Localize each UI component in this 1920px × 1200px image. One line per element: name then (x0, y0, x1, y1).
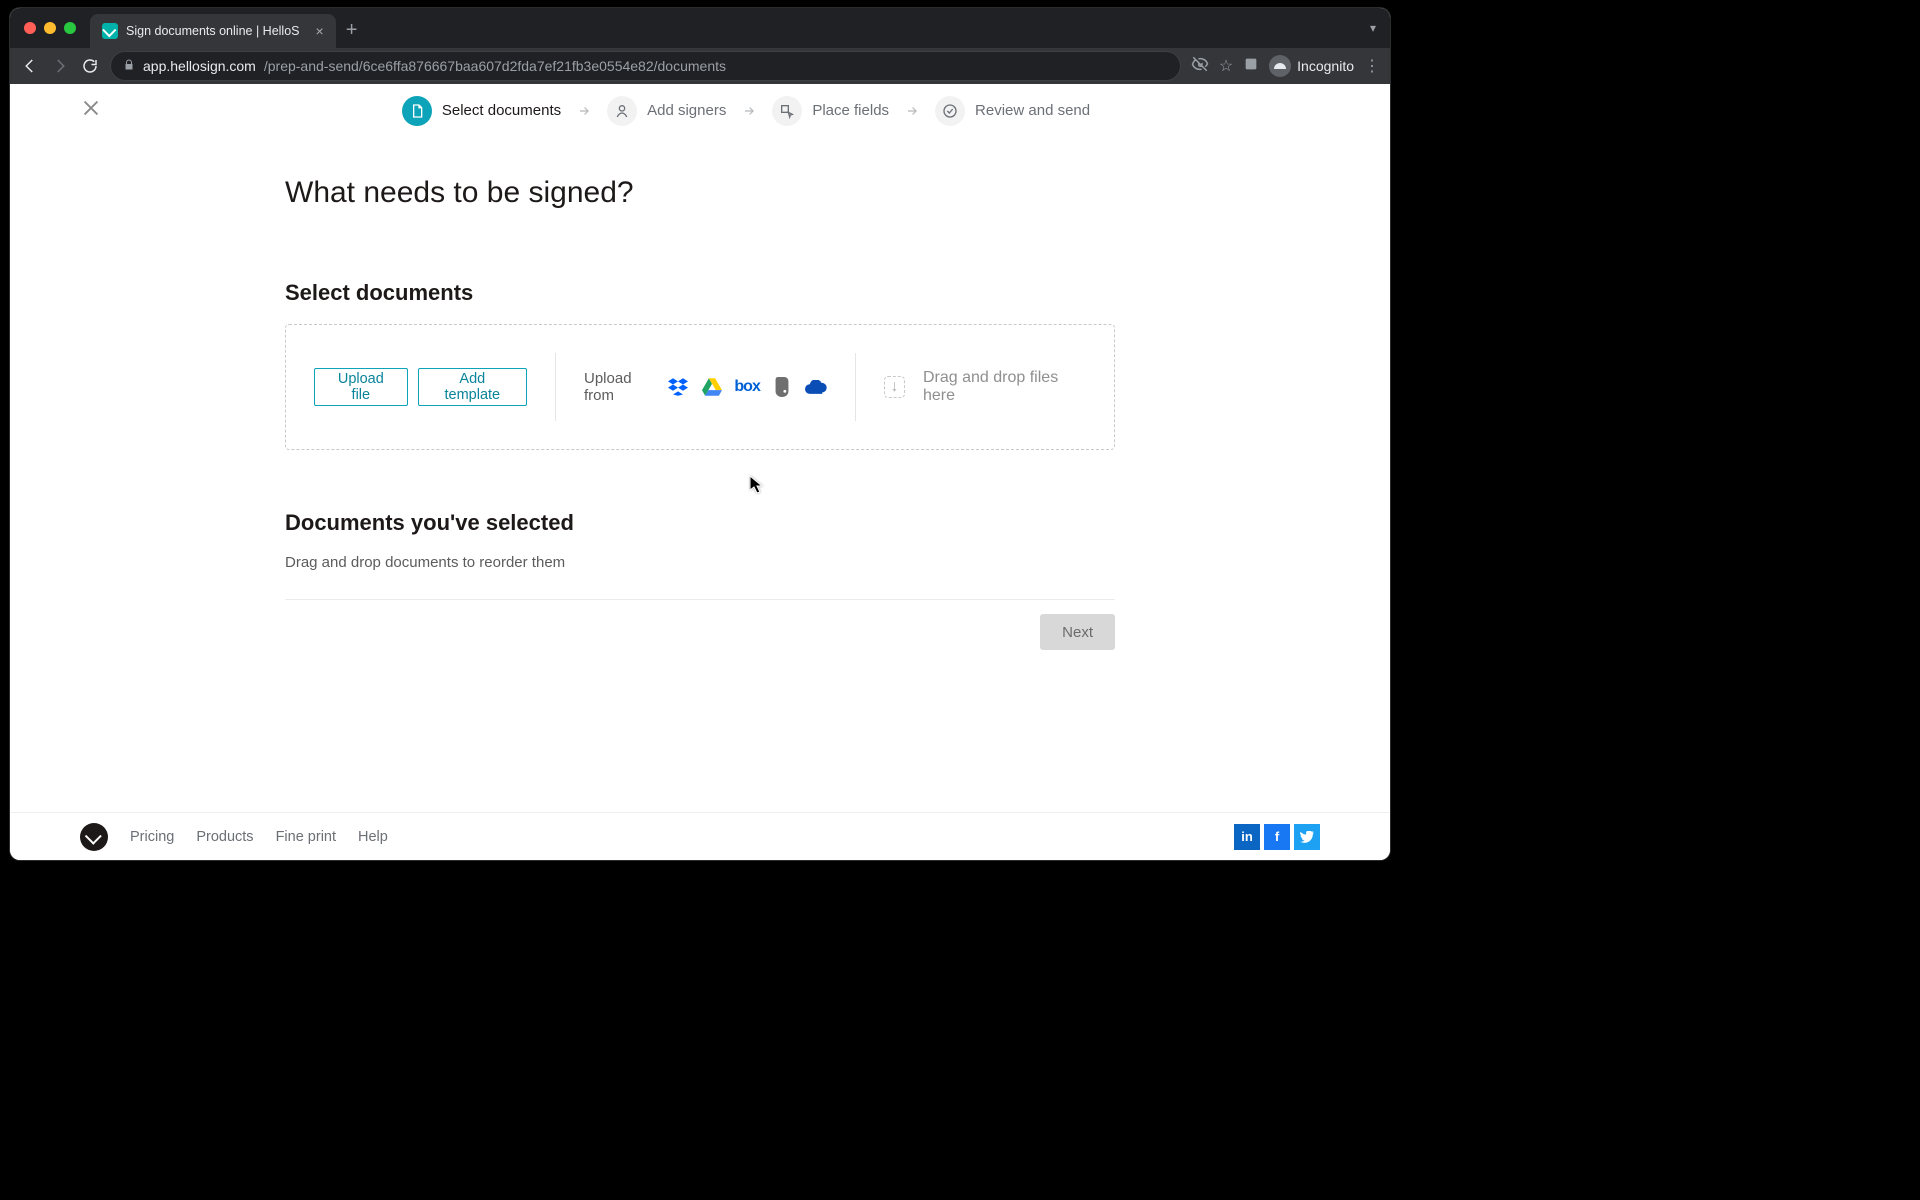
social-links: in f (1234, 824, 1320, 850)
window-controls (24, 22, 76, 34)
page-content: Select documents Add signers Place field… (10, 84, 1390, 860)
workflow-header: Select documents Add signers Place field… (10, 84, 1390, 138)
evernote-icon[interactable] (772, 376, 791, 398)
drag-drop-label: Drag and drop files here (923, 369, 1086, 405)
new-tab-button[interactable]: + (346, 19, 358, 42)
document-icon (402, 96, 432, 126)
titlebar: Sign documents online | HelloS × + ▾ (10, 8, 1390, 48)
incognito-icon (1269, 55, 1291, 77)
add-template-button[interactable]: Add template (418, 368, 527, 406)
select-documents-heading: Select documents (285, 280, 1115, 306)
upload-file-button[interactable]: Upload file (314, 368, 408, 406)
action-row: Next (285, 614, 1115, 650)
selected-documents-section: Documents you've selected Drag and drop … (285, 510, 1115, 571)
back-button[interactable] (20, 56, 40, 76)
google-drive-icon[interactable] (702, 376, 722, 398)
url-host: app.hellosign.com (143, 58, 256, 74)
step-label: Place fields (812, 102, 889, 119)
tab-favicon-icon (102, 23, 118, 39)
onedrive-icon[interactable] (805, 376, 827, 398)
footer: Pricing Products Fine print Help in f (10, 812, 1390, 860)
step-add-signers[interactable]: Add signers (607, 96, 726, 126)
kebab-menu-icon[interactable]: ⋮ (1364, 56, 1380, 76)
drag-drop-area[interactable]: ↓ Drag and drop files here (856, 369, 1114, 405)
hellosign-logo-icon[interactable] (80, 823, 108, 851)
step-label: Select documents (442, 102, 561, 119)
check-circle-icon (935, 96, 965, 126)
eye-off-icon[interactable] (1191, 55, 1209, 78)
divider (285, 599, 1115, 600)
incognito-label: Incognito (1297, 58, 1354, 74)
close-window-icon[interactable] (24, 22, 36, 34)
browser-tab[interactable]: Sign documents online | HelloS × (90, 14, 336, 48)
page-title: What needs to be signed? (285, 176, 1115, 210)
reload-button[interactable] (80, 56, 100, 76)
step-label: Review and send (975, 102, 1090, 119)
tab-close-icon[interactable]: × (316, 24, 324, 38)
download-icon: ↓ (884, 376, 905, 398)
linkedin-icon[interactable]: in (1234, 824, 1260, 850)
step-label: Add signers (647, 102, 726, 119)
upload-from-label: Upload from (584, 370, 654, 404)
address-bar: app.hellosign.com/prep-and-send/6ce6ffa8… (10, 48, 1390, 84)
main-content: What needs to be signed? Select document… (285, 176, 1115, 650)
selected-documents-heading: Documents you've selected (285, 510, 1115, 536)
chevron-right-icon (905, 104, 919, 118)
chevron-right-icon (577, 104, 591, 118)
lock-icon (123, 58, 135, 75)
tab-title: Sign documents online | HelloS (126, 24, 300, 38)
maximize-window-icon[interactable] (64, 22, 76, 34)
close-flow-button[interactable] (80, 97, 102, 124)
box-icon[interactable]: box (736, 376, 758, 398)
footer-link-pricing[interactable]: Pricing (130, 829, 174, 845)
stepper: Select documents Add signers Place field… (402, 96, 1090, 126)
step-select-documents[interactable]: Select documents (402, 96, 561, 126)
url-field[interactable]: app.hellosign.com/prep-and-send/6ce6ffa8… (110, 51, 1181, 81)
cursor-box-icon (772, 96, 802, 126)
facebook-icon[interactable]: f (1264, 824, 1290, 850)
step-review-send[interactable]: Review and send (935, 96, 1090, 126)
browser-window: Sign documents online | HelloS × + ▾ app… (10, 8, 1390, 860)
star-icon[interactable]: ☆ (1219, 56, 1233, 76)
dropbox-icon[interactable] (668, 376, 688, 398)
extensions-icon[interactable] (1243, 56, 1259, 77)
minimize-window-icon[interactable] (44, 22, 56, 34)
footer-link-help[interactable]: Help (358, 829, 388, 845)
step-place-fields[interactable]: Place fields (772, 96, 889, 126)
footer-link-fine-print[interactable]: Fine print (276, 829, 336, 845)
tabs-dropdown-icon[interactable]: ▾ (1370, 21, 1376, 35)
twitter-icon[interactable] (1294, 824, 1320, 850)
incognito-indicator[interactable]: Incognito (1269, 55, 1354, 77)
forward-button[interactable] (50, 56, 70, 76)
url-path: /prep-and-send/6ce6ffa876667baa607d2fda7… (264, 58, 726, 74)
selected-documents-hint: Drag and drop documents to reorder them (285, 554, 1115, 571)
cloud-upload-group: Upload from box (556, 353, 856, 421)
upload-buttons-group: Upload file Add template (286, 353, 556, 421)
chevron-right-icon (742, 104, 756, 118)
upload-dropzone[interactable]: Upload file Add template Upload from box (285, 324, 1115, 450)
next-button[interactable]: Next (1040, 614, 1115, 650)
footer-link-products[interactable]: Products (196, 829, 253, 845)
person-icon (607, 96, 637, 126)
